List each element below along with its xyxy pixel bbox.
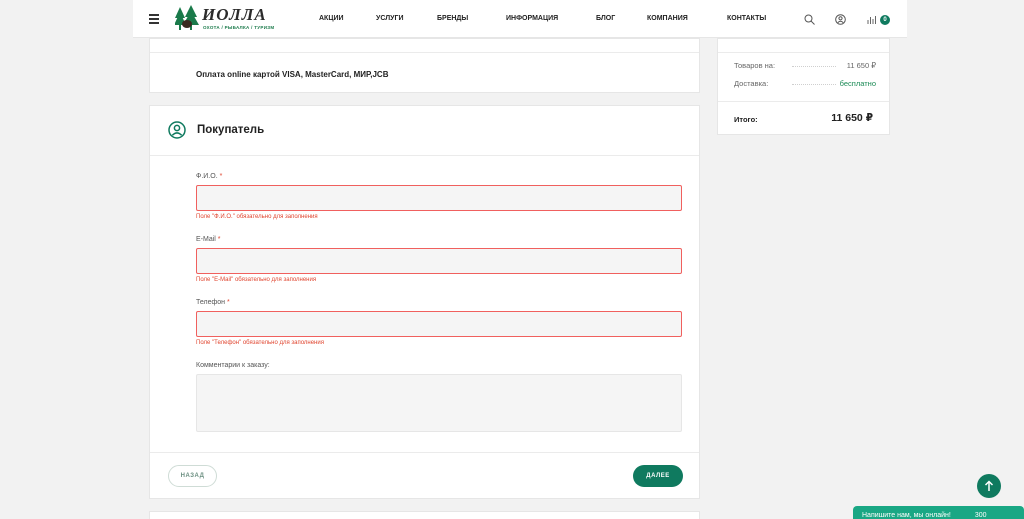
menu-icon[interactable] bbox=[149, 14, 159, 24]
summary-delivery-label: Доставка: bbox=[734, 79, 769, 88]
nav-item-blog[interactable]: БЛОГ bbox=[596, 15, 615, 22]
search-icon[interactable] bbox=[804, 14, 815, 25]
payment-method: Оплата online картой VISA, MasterCard, М… bbox=[196, 70, 389, 79]
scroll-top-button[interactable] bbox=[977, 474, 1001, 498]
buyer-panel: Покупатель Ф.И.О. * Поле "Ф.И.О." обязат… bbox=[149, 105, 700, 499]
order-summary: Товаров на: 11 650 ₽ Доставка: бесплатно… bbox=[717, 38, 890, 135]
fio-input[interactable] bbox=[196, 185, 682, 211]
logo[interactable]: ИОЛЛА ОХОТА / РЫБАЛКА / ТУРИЗМ bbox=[175, 5, 283, 32]
email-label: E-Mail * bbox=[196, 236, 221, 243]
arrow-up-icon bbox=[984, 480, 994, 491]
fio-label: Ф.И.О. * bbox=[196, 173, 223, 180]
back-button[interactable]: НАЗАД bbox=[168, 465, 217, 487]
nav-item-contacts[interactable]: КОНТАКТЫ bbox=[727, 15, 766, 22]
divider bbox=[150, 452, 699, 453]
email-input[interactable] bbox=[196, 248, 682, 274]
summary-total-value: 11 650 ₽ bbox=[831, 112, 873, 124]
user-circle-icon bbox=[168, 121, 186, 139]
summary-delivery-row: Доставка: бесплатно bbox=[734, 79, 876, 88]
divider bbox=[718, 52, 889, 53]
divider bbox=[150, 52, 699, 53]
logo-text: ИОЛЛА bbox=[202, 5, 267, 24]
chat-extra: 300 bbox=[974, 512, 987, 519]
buyer-title: Покупатель bbox=[197, 124, 265, 136]
phone-input[interactable] bbox=[196, 311, 682, 337]
phone-error: Поле "Телефон" обязательно для заполнени… bbox=[196, 340, 324, 346]
payment-panel: Оплата online картой VISA, MasterCard, М… bbox=[149, 38, 700, 93]
summary-goods-label: Товаров на: bbox=[734, 61, 776, 70]
nav-item-info[interactable]: ИНФОРМАЦИЯ bbox=[506, 15, 558, 22]
chat-text: Напишите нам, мы онлайн! bbox=[862, 512, 951, 519]
next-section-panel bbox=[149, 511, 700, 519]
summary-goods-row: Товаров на: 11 650 ₽ bbox=[734, 61, 876, 70]
summary-delivery-value: бесплатно bbox=[839, 79, 876, 88]
buyer-header: Покупатель bbox=[150, 106, 699, 156]
comment-textarea[interactable] bbox=[196, 374, 682, 432]
summary-goods-value: 11 650 ₽ bbox=[846, 61, 876, 70]
nav-item-company[interactable]: КОМПАНИЯ bbox=[647, 15, 688, 22]
fio-error: Поле "Ф.И.О." обязательно для заполнения bbox=[196, 214, 318, 220]
chat-widget[interactable]: Напишите нам, мы онлайн! 300 bbox=[853, 506, 1024, 519]
nav-item-brands[interactable]: БРЕНДЫ bbox=[437, 15, 468, 22]
summary-total-label: Итого: bbox=[734, 115, 758, 124]
cart-count-badge[interactable]: 0 bbox=[880, 15, 890, 25]
user-icon[interactable] bbox=[835, 14, 846, 25]
logo-subtitle: ОХОТА / РЫБАЛКА / ТУРИЗМ bbox=[203, 25, 275, 30]
email-error: Поле "E-Mail" обязательно для заполнения bbox=[196, 277, 317, 283]
divider bbox=[718, 101, 889, 102]
phone-label: Телефон * bbox=[196, 299, 230, 306]
logo-trees-icon bbox=[175, 5, 199, 30]
comment-label: Комментарии к заказу: bbox=[196, 362, 270, 369]
cart-icon[interactable] bbox=[867, 14, 878, 25]
next-button[interactable]: ДАЛЕЕ bbox=[633, 465, 683, 487]
nav-item-promo[interactable]: АКЦИИ bbox=[319, 15, 344, 22]
site-header: ИОЛЛА ОХОТА / РЫБАЛКА / ТУРИЗМ АКЦИИ УСЛ… bbox=[133, 0, 907, 38]
nav-item-services[interactable]: УСЛУГИ bbox=[376, 15, 404, 22]
